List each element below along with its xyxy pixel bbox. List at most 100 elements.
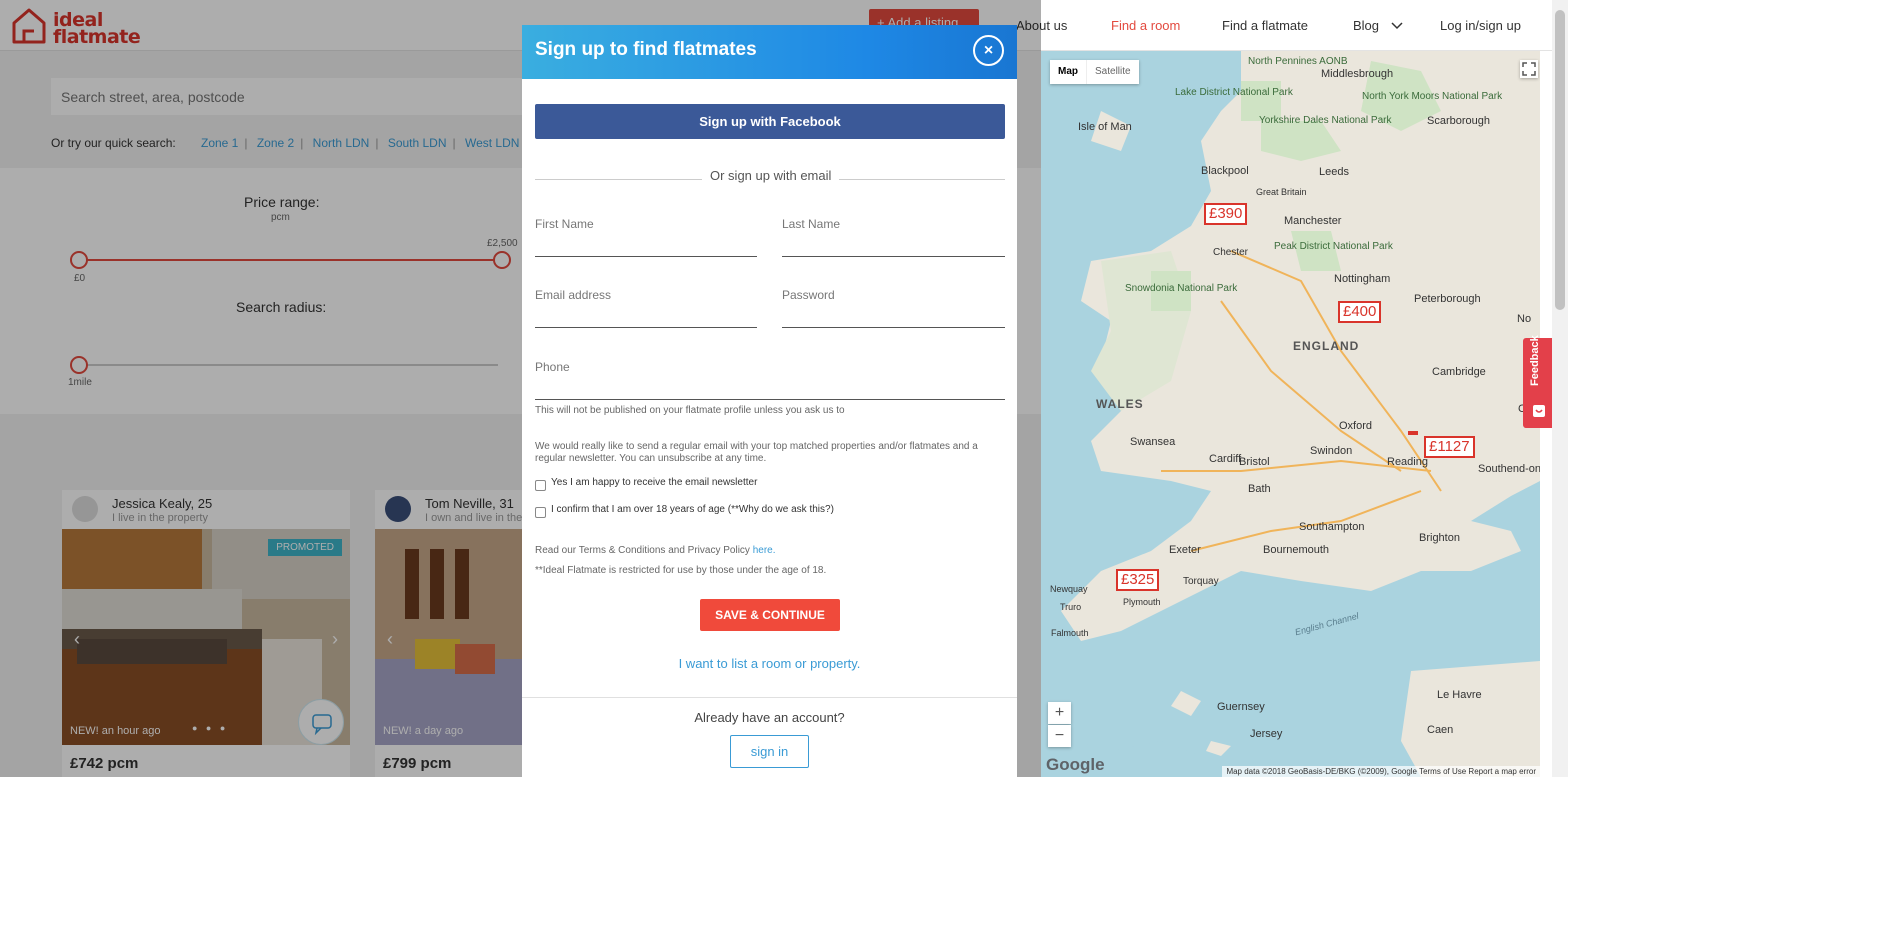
map-label-reading: Reading	[1387, 456, 1428, 468]
map-label-falmouth: Falmouth	[1051, 628, 1089, 638]
map-label-north-york-moors: North York Moors National Park	[1362, 91, 1503, 102]
nav-blog[interactable]: Blog	[1353, 18, 1403, 33]
map-price-pin[interactable]: £390	[1204, 203, 1248, 225]
divider	[522, 697, 1017, 698]
list-room-link[interactable]: I want to list a room or property.	[522, 656, 1017, 671]
map-label-oxford: Oxford	[1339, 420, 1373, 432]
map-label-newquay: Newquay	[1050, 584, 1088, 594]
phone-note: This will not be published on your flatm…	[535, 405, 845, 416]
phone-label: Phone	[535, 360, 570, 374]
map-label-blackpool: Blackpool	[1201, 165, 1249, 177]
fullscreen-button[interactable]	[1520, 60, 1538, 78]
age-checkbox-label[interactable]: I confirm that I am over 18 years of age…	[551, 504, 834, 515]
map-label-plymouth: Plymouth	[1123, 597, 1161, 607]
signup-modal: Sign up to find flatmates × Sign up with…	[522, 25, 1017, 777]
map-label-brighton: Brighton	[1419, 532, 1460, 544]
map-label-bristol: Bristol	[1239, 456, 1270, 468]
map-label-great-britain: Great Britain	[1256, 187, 1307, 197]
modal-title: Sign up to find flatmates	[535, 39, 757, 60]
map-price-pin[interactable]: £1127	[1424, 436, 1475, 458]
map-type-toggle: Map Satellite	[1050, 60, 1139, 84]
or-email-label: Or sign up with email	[702, 168, 840, 183]
map-label-yorkshire-dales: Yorkshire Dales National Park	[1259, 115, 1391, 126]
map-price-pin[interactable]: £325	[1116, 569, 1160, 591]
map-type-satellite-button[interactable]: Satellite	[1086, 60, 1139, 84]
nav-login-signup[interactable]: Log in/sign up	[1440, 18, 1521, 33]
map-label-scarborough: Scarborough	[1427, 115, 1490, 127]
map-label-manchester: Manchester	[1284, 215, 1342, 227]
map-label-snowdonia: Snowdonia National Park	[1125, 283, 1238, 294]
map-label-isle-of-man: Isle of Man	[1078, 121, 1132, 133]
chevron-down-icon	[1391, 22, 1403, 30]
map-panel[interactable]: Map Satellite North Pennines AONB Middle…	[1041, 51, 1540, 777]
map-label-swindon: Swindon	[1310, 445, 1353, 457]
map-label-jersey: Jersey	[1250, 728, 1283, 740]
map-label-caen: Caen	[1427, 724, 1454, 736]
map-label-torquay: Torquay	[1183, 576, 1219, 587]
map-label-wales: WALES	[1096, 397, 1144, 411]
age-restriction-note: **Ideal Flatmate is restricted for use b…	[535, 565, 827, 576]
map-land	[1041, 51, 1540, 777]
map-label-middlesbrough: Middlesbrough	[1321, 68, 1394, 80]
map-label-truro: Truro	[1060, 602, 1082, 612]
already-account-text: Already have an account?	[694, 710, 845, 725]
map-label-peterborough: Peterborough	[1414, 293, 1481, 305]
email-field[interactable]	[535, 327, 757, 328]
save-continue-button[interactable]: SAVE & CONTINUE	[700, 599, 840, 631]
page-scrollbar[interactable]	[1552, 0, 1568, 777]
map-label-no: No	[1517, 313, 1532, 325]
age-checkbox[interactable]	[535, 507, 546, 518]
map-label-chester: Chester	[1213, 247, 1249, 258]
zoom-in-button[interactable]: +	[1048, 702, 1071, 724]
map-price-pin-cluster[interactable]	[1408, 431, 1418, 435]
map-label-southampton: Southampton	[1299, 521, 1365, 533]
sign-in-button[interactable]: sign in	[730, 735, 809, 768]
map-attribution[interactable]: Map data ©2018 GeoBasis-DE/BKG (©2009), …	[1222, 766, 1540, 777]
close-icon: ×	[983, 42, 994, 59]
map-label-leeds: Leeds	[1319, 166, 1349, 178]
map-price-pin[interactable]: £400	[1338, 301, 1382, 323]
first-name-field[interactable]	[535, 256, 757, 257]
first-name-label: First Name	[535, 217, 594, 231]
map-label-north-pennines: North Pennines AONB	[1248, 56, 1348, 67]
map-label-cardiff: Cardiff	[1209, 453, 1242, 465]
map-label-bournemouth: Bournemouth	[1263, 544, 1330, 556]
close-button[interactable]: ×	[973, 35, 1004, 66]
terms-label: Read our Terms & Conditions and Privacy …	[535, 545, 750, 556]
map-label-southend: Southend-on-Se	[1478, 463, 1540, 475]
modal-header: Sign up to find flatmates ×	[522, 25, 1017, 79]
newsletter-checkbox-label[interactable]: Yes I am happy to receive the email news…	[551, 477, 757, 488]
scrollbar-thumb[interactable]	[1555, 10, 1565, 310]
map-type-map-button[interactable]: Map	[1050, 60, 1086, 84]
last-name-label: Last Name	[782, 217, 841, 231]
phone-field[interactable]	[535, 399, 1005, 400]
feedback-label: Feedback	[1529, 335, 1541, 386]
map-label-nottingham: Nottingham	[1334, 273, 1391, 285]
newsletter-checkbox[interactable]	[535, 480, 546, 491]
terms-link[interactable]: here.	[753, 545, 776, 556]
map-label-exeter: Exeter	[1169, 544, 1201, 556]
facebook-signup-button[interactable]: Sign up with Facebook	[535, 104, 1005, 139]
map-label-england: ENGLAND	[1293, 339, 1360, 353]
last-name-field[interactable]	[782, 256, 1005, 257]
nav-blog-label: Blog	[1353, 18, 1380, 33]
email-label: Email address	[535, 288, 612, 302]
password-field[interactable]	[782, 327, 1005, 328]
map-label-bath: Bath	[1248, 483, 1271, 495]
nav-find-a-flatmate[interactable]: Find a flatmate	[1222, 18, 1308, 33]
google-logo: Google	[1046, 755, 1105, 774]
newsletter-note: We would really like to send a regular e…	[535, 441, 978, 464]
feedback-tab[interactable]: Feedback	[1523, 335, 1554, 428]
map-label-guernsey: Guernsey	[1217, 701, 1265, 713]
map-label-peak-district: Peak District National Park	[1274, 241, 1393, 252]
password-label: Password	[782, 288, 835, 302]
nav-find-a-room[interactable]: Find a room	[1111, 18, 1180, 33]
map-label-cambridge: Cambridge	[1432, 366, 1486, 378]
fullscreen-icon	[1522, 62, 1536, 76]
zoom-out-button[interactable]: −	[1048, 725, 1071, 747]
map-label-le-havre: Le Havre	[1437, 689, 1482, 701]
feedback-icon	[1533, 405, 1545, 417]
terms-text: Read our Terms & Conditions and Privacy …	[535, 545, 776, 557]
map-label-lake-district: Lake District National Park	[1175, 87, 1293, 98]
page: ideal flatmate + Add a listing About us …	[0, 0, 1568, 777]
